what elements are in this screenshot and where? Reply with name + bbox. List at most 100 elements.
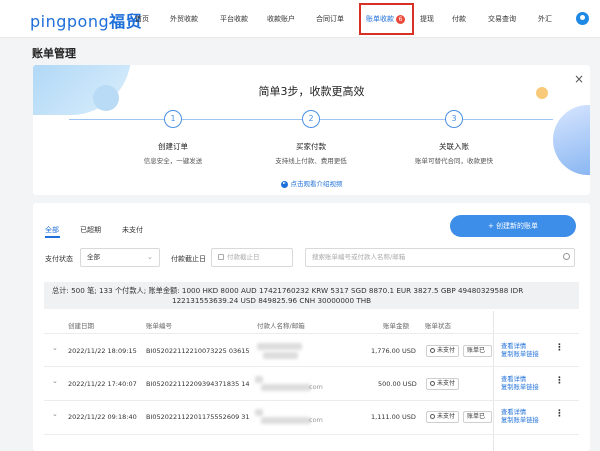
step-2-title: 买家付款 [296,142,326,151]
nav-transactions[interactable]: 交易查询 [488,14,516,24]
row-1-date: 2022/11/22 18:09:15 [68,347,137,355]
video-link-label: 点击观看介绍视频 [290,180,343,188]
step-2-number: 2 [302,110,320,128]
summary-line-2: 122131553639.24 USD 849825.96 CNH 300000… [172,296,372,305]
row-2-payer-redacted [261,384,311,391]
more-options-icon[interactable]: ⋮ [555,409,564,419]
nav-platform-receive[interactable]: 平台收款 [220,14,248,24]
row-1-bill-id: BI052022112210073225 03615 [146,347,250,355]
chevron-down-icon[interactable]: ⌄ [52,377,58,385]
nav-highlight-box [359,3,414,35]
step-line [320,119,445,120]
step-2-desc: 支持线上付款、费用更低 [275,157,347,165]
status-select-value: 全部 [87,253,100,261]
step-1-title: 创建订单 [158,142,188,151]
row-2-amount: 500.00 USD [378,380,417,388]
decor-shape-right [553,105,590,175]
row-1-amount: 1,776.00 USD [371,347,416,355]
deadline-date-input[interactable]: 付款截止日 [211,248,293,267]
row-2-payer-suffix: com [309,383,323,391]
search-placeholder: 搜索账单编号或付款人名称/邮箱 [312,253,406,261]
nav-withdraw[interactable]: 提现 [420,14,434,24]
row-1-payer-redacted [263,352,298,359]
more-options-icon[interactable]: ⋮ [555,376,564,386]
action-column-divider [493,311,494,451]
status-select[interactable]: 全部 ⌄ [80,248,160,267]
step-3-desc: 账单可替代合同，收款更快 [415,157,493,165]
row-3-status-tag: 未支付 [426,411,460,423]
row-2-status-tag: 未支付 [426,378,460,390]
row-1-payer-redacted [257,343,302,350]
row-divider [44,434,579,435]
step-3-title: 关联入账 [439,142,469,151]
row-1-copy-link[interactable]: 复制账单链接 [501,349,539,358]
tab-all[interactable]: 全部 [45,225,59,235]
col-header-amount: 账单金额 [383,322,409,330]
nav-forex[interactable]: 外汇 [538,14,552,24]
step-line [69,119,164,120]
nav-contract-orders[interactable]: 合同订单 [316,14,344,24]
bill-list-panel: 全部 已超期 未支付 + 创建新的账单 支付状态 全部 ⌄ 付款截止日 付款截止… [33,203,590,451]
search-icon[interactable] [563,253,570,260]
deadline-filter-label: 付款截止日 [171,255,206,263]
row-2-copy-link[interactable]: 复制账单链接 [501,382,539,391]
row-3-copy-link[interactable]: 复制账单链接 [501,415,539,424]
deadline-placeholder: 付款截止日 [227,253,260,261]
step-line [463,119,553,120]
row-1-status-tag: 未支付 [426,345,460,357]
nav-home[interactable]: 首页 [135,14,149,24]
row-divider [44,400,579,401]
user-avatar-icon[interactable] [576,12,589,25]
clock-icon [430,381,435,386]
row-2-status-label: 未支付 [437,380,456,387]
row-3-date: 2022/11/22 09:18:40 [68,413,137,421]
step-1-desc: 信息安全，一键发送 [143,157,203,165]
video-link[interactable]: 点击观看介绍视频 [33,178,590,188]
row-3-status-tag-2: 账单已打 [463,411,492,423]
step-1-number: 1 [164,110,182,128]
row-3-payer-redacted [255,409,263,416]
chevron-down-icon: ⌄ [147,253,153,261]
search-input[interactable]: 搜索账单编号或付款人名称/邮箱 [305,248,575,267]
tab-unpaid[interactable]: 未支付 [122,225,143,235]
intro-banner: × 简单3步，收款更高效 1 2 3 创建订单 信息安全，一键发送 买家付款 支… [33,65,590,195]
banner-title: 简单3步，收款更高效 [258,85,365,98]
tab-overdue[interactable]: 已超期 [80,225,101,235]
calendar-icon [218,254,224,260]
row-2-payer-redacted [255,376,263,383]
step-3-number: 3 [445,110,463,128]
col-header-status: 账单状态 [425,322,451,330]
top-navbar: pingpong福贸 首页 外贸收款 平台收款 收款账户 合同订单 账单收款 6 … [0,0,600,38]
clock-icon [430,348,435,353]
row-1-status-label: 未支付 [437,347,456,354]
tab-underline [45,236,60,238]
row-3-bill-id: BI052022112201175552609 31 [146,413,250,421]
row-2-bill-id: BI052022112209394371835 14 [146,380,250,388]
nav-trade-receive[interactable]: 外贸收款 [170,14,198,24]
play-icon [280,180,288,188]
nav-receive-accounts[interactable]: 收款账户 [267,14,295,24]
brand-logo[interactable]: pingpong福贸 [30,8,142,32]
nav-pay[interactable]: 付款 [452,14,466,24]
col-header-date: 创建日期 [68,322,94,330]
row-divider [44,333,579,334]
row-2-date: 2022/11/22 17:40:07 [68,380,137,388]
page-title: 账单管理 [32,47,76,60]
step-line [182,119,302,120]
chevron-down-icon[interactable]: ⌄ [52,410,58,418]
summary-bar: 总计: 500 笔; 133 个付款人; 账单金额: 1000 HKD 8000… [44,282,579,309]
chevron-down-icon[interactable]: ⌄ [52,344,58,352]
summary-line-1: 总计: 500 笔; 133 个付款人; 账单金额: 1000 HKD 8000… [52,286,524,295]
row-1-status-tag-2: 账单已打 [463,345,492,357]
row-3-status-label: 未支付 [437,413,456,420]
more-options-icon[interactable]: ⋮ [555,343,564,353]
row-3-payer-redacted [261,417,311,424]
brand-latin: pingpong [30,12,110,31]
row-3-amount: 1,111.00 USD [371,413,416,421]
col-header-payer: 付款人名称/邮箱 [257,322,305,330]
clock-icon [430,414,435,419]
create-bill-button[interactable]: + 创建新的账单 [450,215,576,237]
row-3-payer-suffix: com [309,416,323,424]
row-divider [44,366,579,367]
col-header-bill-id: 账单编号 [146,322,172,330]
